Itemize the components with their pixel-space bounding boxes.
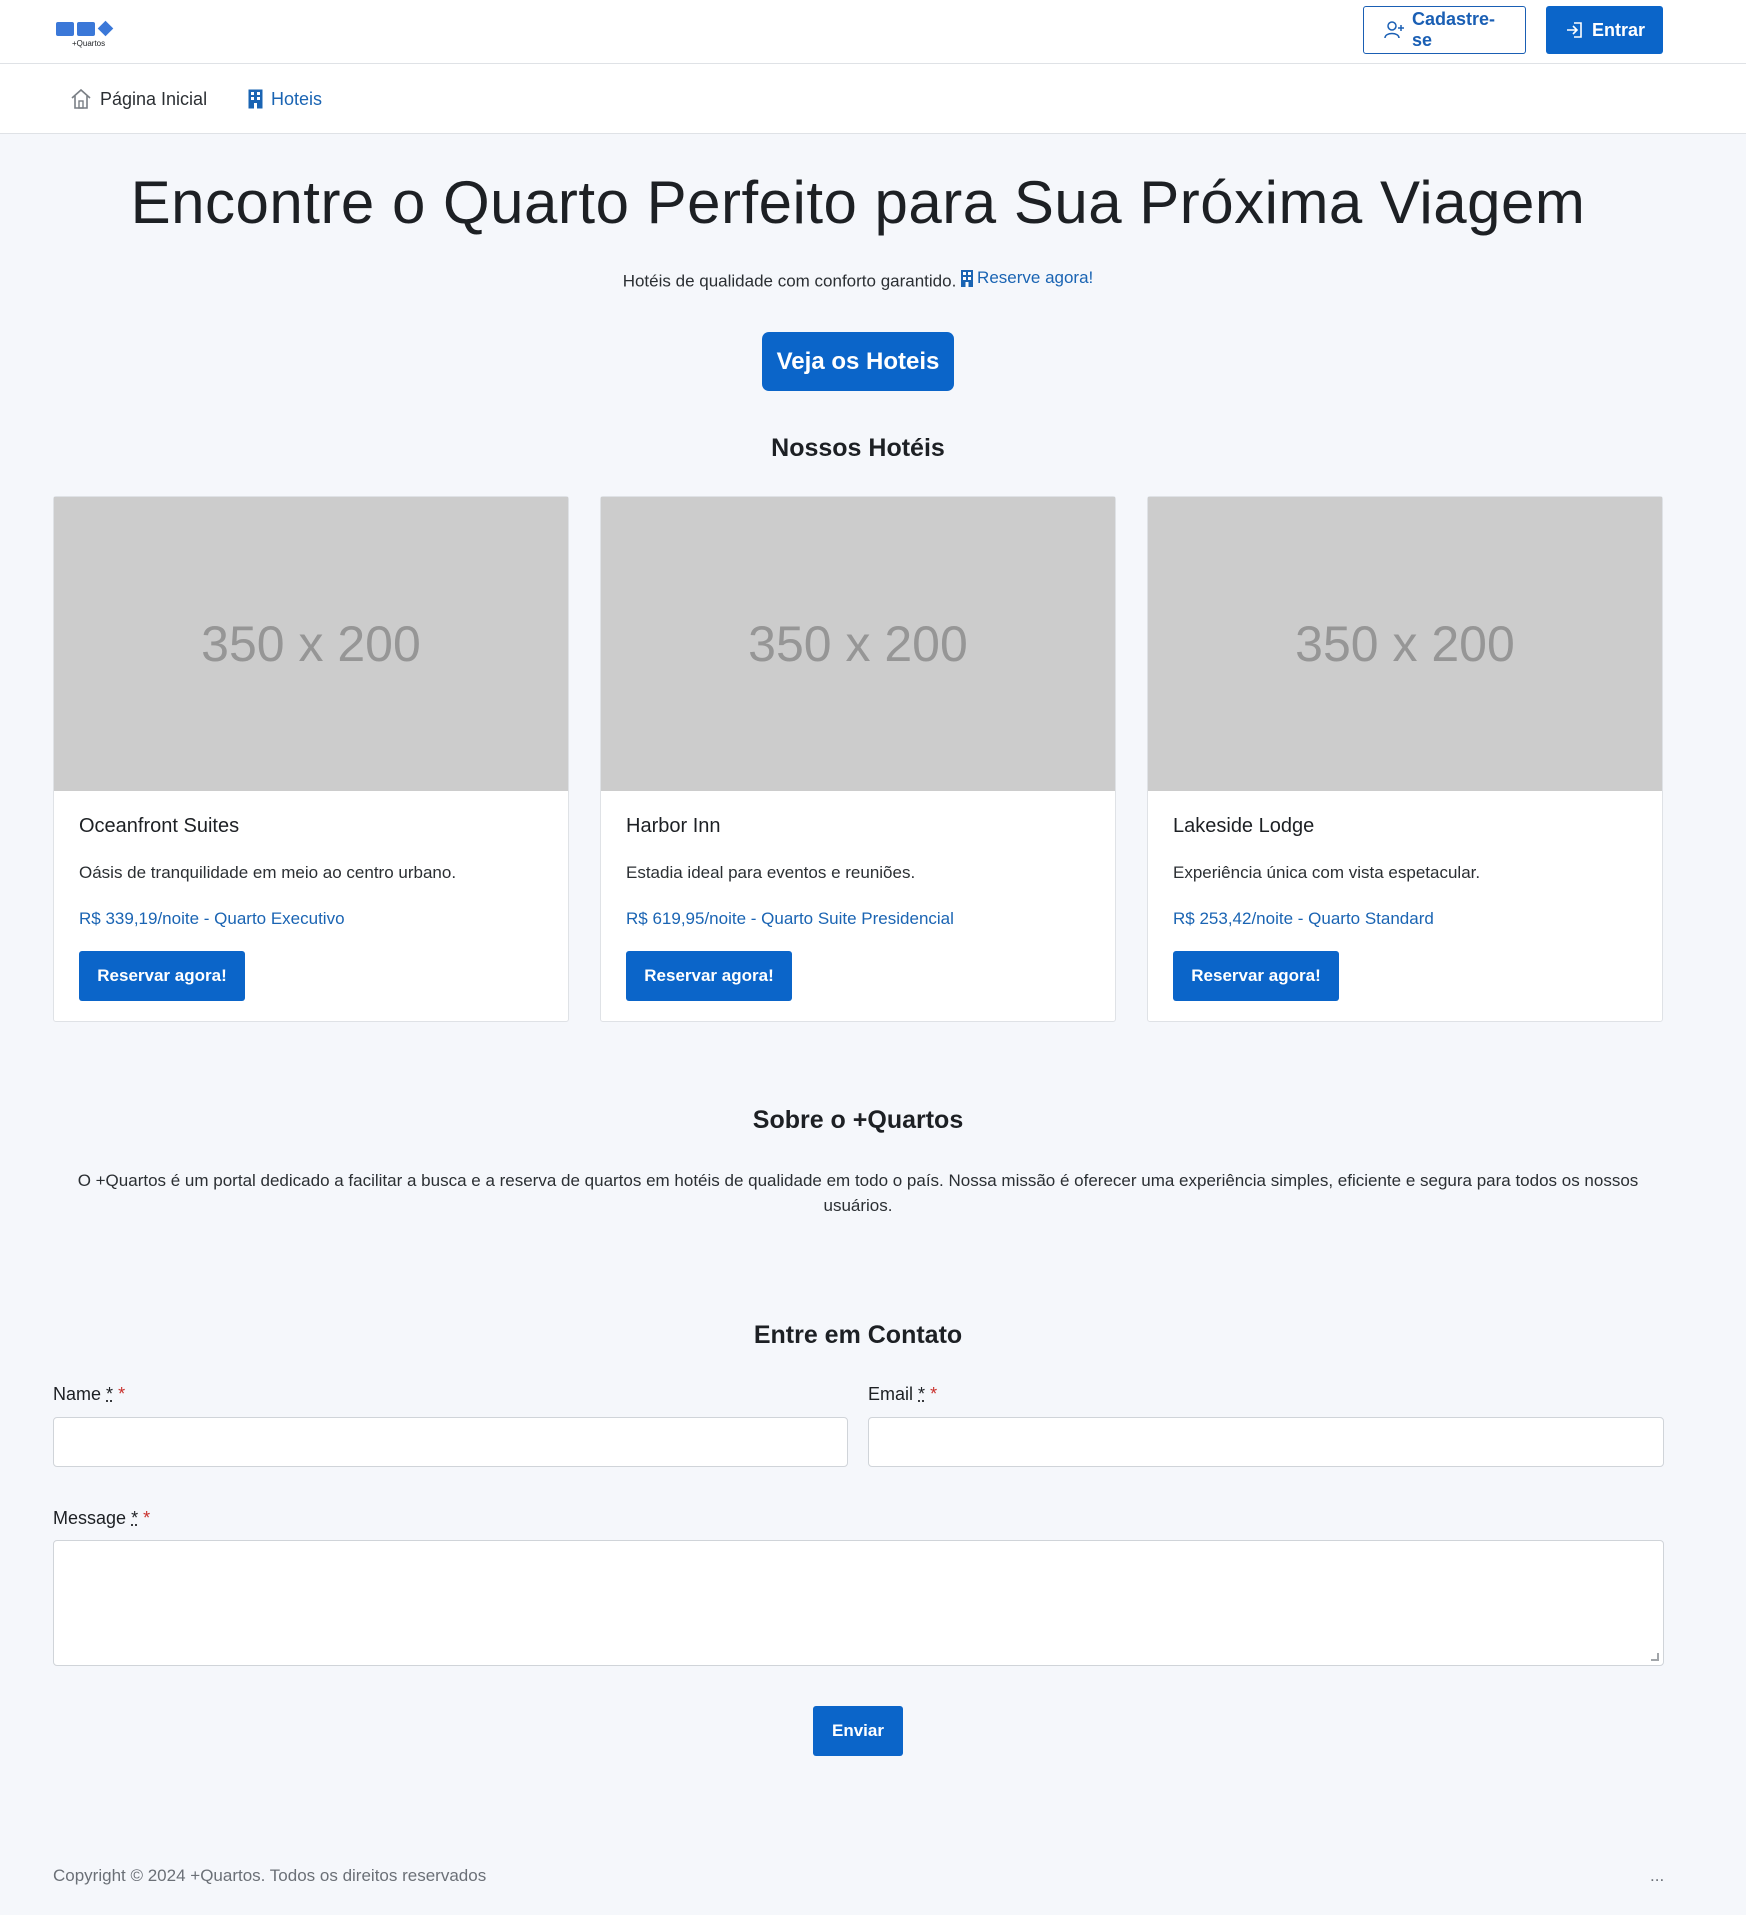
main-nav: Página Inicial Hoteis [0, 64, 1746, 134]
hotel-price: R$ 253,42/noite - Quarto Standard [1173, 909, 1434, 928]
hotels-section-title: Nossos Hotéis [771, 434, 945, 462]
name-label-text: Name [53, 1384, 102, 1404]
hero-reserve-link-label: Reserve agora! [977, 268, 1094, 287]
name-input[interactable] [53, 1417, 848, 1467]
hero-subtitle-text: Hotéis de qualidade com conforto garanti… [622, 271, 957, 291]
hotel-image-placeholder: 350 x 200 [54, 497, 568, 791]
signup-label: Cadastre-se [1412, 9, 1496, 50]
email-label: Email * * [868, 1384, 937, 1405]
footer-trailing: ... [1650, 1866, 1665, 1885]
site-logo[interactable]: +Quartos [56, 20, 122, 48]
reserve-button[interactable]: Reservar agora! [79, 951, 245, 1001]
required-mark: * [930, 1384, 938, 1404]
hotel-price: R$ 339,19/noite - Quarto Executivo [79, 909, 345, 928]
about-title: Sobre o +Quartos [752, 1106, 964, 1134]
sign-in-icon [1566, 21, 1584, 39]
hero-title: Encontre o Quarto Perfeito para Sua Próx… [130, 169, 1586, 236]
login-label: Entrar [1592, 19, 1646, 40]
message-label-text: Message [53, 1508, 127, 1528]
email-input[interactable] [868, 1417, 1664, 1467]
hotel-card: 350 x 200 Lakeside Lodge Experiência úni… [1147, 496, 1663, 1022]
signup-button[interactable]: Cadastre-se [1363, 6, 1526, 54]
hotel-description: Estadia ideal para eventos e reuniões. [626, 863, 916, 882]
reserve-button[interactable]: Reservar agora! [626, 951, 792, 1001]
resize-handle-icon[interactable] [1651, 1653, 1659, 1661]
hotel-card: 350 x 200 Harbor Inn Estadia ideal para … [600, 496, 1116, 1022]
nav-home-link[interactable]: Página Inicial [70, 86, 207, 112]
message-textarea[interactable] [53, 1540, 1664, 1666]
message-label: Message * * [53, 1508, 150, 1529]
hotel-image-placeholder: 350 x 200 [1148, 497, 1662, 791]
hotel-description: Oásis de tranquilidade em meio ao centro… [79, 863, 457, 882]
user-plus-icon [1384, 21, 1404, 39]
name-label: Name * * [53, 1384, 125, 1405]
hotel-name: Harbor Inn [626, 815, 721, 837]
required-mark: * [143, 1508, 151, 1528]
hotel-card: 350 x 200 Oceanfront Suites Oásis de tra… [53, 496, 569, 1022]
hero-reserve-link[interactable]: Reserve agora! [961, 268, 1093, 288]
view-hotels-button[interactable]: Veja os Hoteis [762, 332, 954, 391]
required-abbr: * [918, 1384, 926, 1404]
required-abbr: * [131, 1508, 139, 1528]
required-abbr: * [106, 1384, 114, 1404]
required-mark: * [118, 1384, 126, 1404]
footer-copyright: Copyright © 2024 +Quartos. Todos os dire… [53, 1866, 487, 1885]
top-header: +Quartos Cadastre-se Entrar [0, 0, 1746, 64]
nav-home-label: Página Inicial [100, 88, 208, 109]
building-icon [248, 89, 263, 109]
login-button[interactable]: Entrar [1546, 6, 1663, 54]
building-icon [961, 269, 974, 287]
hotel-name: Oceanfront Suites [79, 815, 240, 837]
hotel-description: Experiência única com vista espetacular. [1173, 863, 1481, 882]
home-icon [70, 88, 92, 110]
hero-subtitle: Hotéis de qualidade com conforto garanti… [0, 268, 1716, 292]
nav-hotels-link[interactable]: Hoteis [248, 86, 322, 112]
logo-text: +Quartos [72, 39, 105, 48]
hotel-image-placeholder: 350 x 200 [601, 497, 1115, 791]
email-label-text: Email [868, 1384, 914, 1404]
send-button[interactable]: Enviar [813, 1706, 903, 1756]
nav-hotels-label: Hoteis [271, 88, 323, 109]
contact-title: Entre em Contato [753, 1321, 963, 1349]
logo-icon: +Quartos [56, 20, 114, 48]
hotel-price: R$ 619,95/noite - Quarto Suite Presidenc… [626, 909, 954, 928]
hotel-name: Lakeside Lodge [1173, 815, 1315, 837]
about-text: O +Quartos é um portal dedicado a facili… [77, 1171, 1639, 1215]
reserve-button[interactable]: Reservar agora! [1173, 951, 1339, 1001]
